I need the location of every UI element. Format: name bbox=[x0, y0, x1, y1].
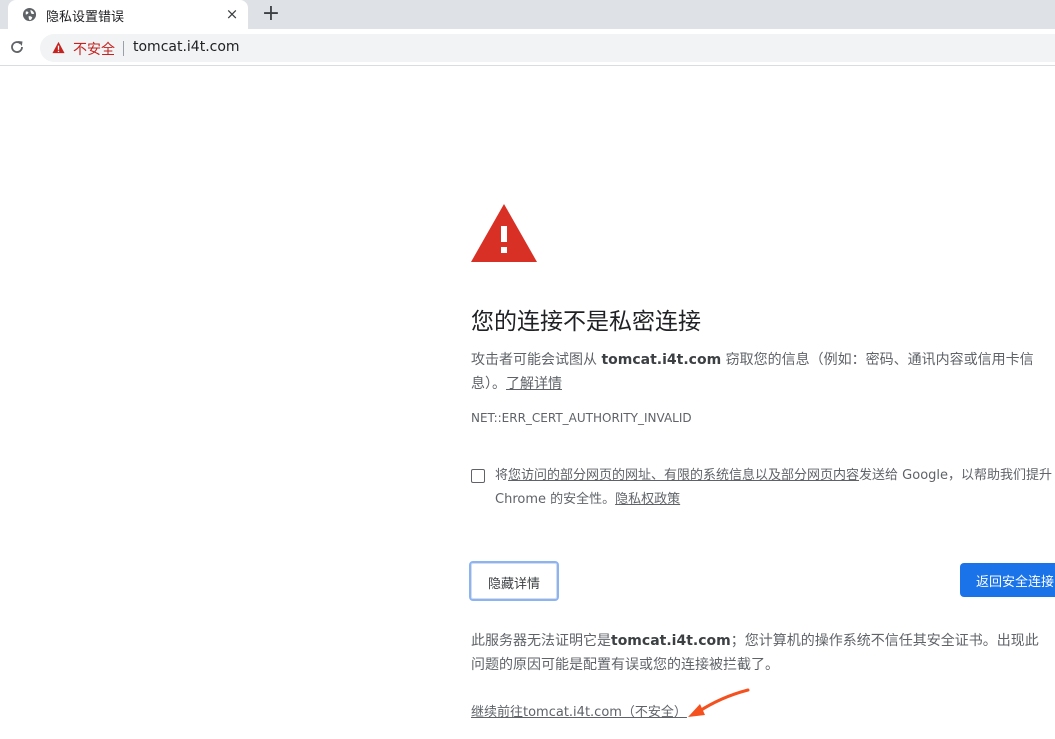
learn-more-link[interactable]: 了解详情 bbox=[506, 376, 562, 392]
tab-title: 隐私设置错误 bbox=[46, 10, 125, 25]
back-to-safety-button[interactable]: 返回安全连接 bbox=[960, 563, 1055, 597]
detail-text-post: ；您计算机的操作系统不信任其安全证书。出现此 bbox=[730, 633, 1039, 649]
detail-text-pre: 此服务器无法证明它是 bbox=[471, 633, 611, 649]
omnibox[interactable]: 不安全 tomcat.i4t.com bbox=[40, 34, 1055, 62]
back-to-safety-label: 返回安全连接 bbox=[976, 575, 1055, 590]
detail-host: tomcat.i4t.com bbox=[611, 633, 731, 649]
close-icon[interactable]: × bbox=[224, 6, 240, 22]
checkbox-label: 将您访问的部分网页的网址、有限的系统信息以及部分网页内容发送给 Google，以… bbox=[495, 464, 1052, 512]
reload-icon[interactable] bbox=[8, 38, 26, 56]
tab-strip: 隐私设置错误 × + bbox=[0, 0, 1055, 29]
details-explanation: 此服务器无法证明它是tomcat.i4t.com；您计算机的操作系统不信任其安全… bbox=[471, 629, 1039, 677]
not-secure-label[interactable]: 不安全 bbox=[73, 39, 115, 59]
omnibox-separator bbox=[123, 41, 124, 56]
warning-triangle-icon[interactable] bbox=[52, 41, 65, 54]
checkbox-text-line2: Chrome 的安全性。 bbox=[495, 492, 616, 507]
desc-text-line2: 息）。 bbox=[471, 376, 506, 392]
url-text[interactable]: tomcat.i4t.com bbox=[133, 39, 240, 55]
checkbox-text-pre: 将 bbox=[495, 468, 509, 483]
proceed-unsafe-link[interactable]: 继续前往tomcat.i4t.com（不安全） bbox=[471, 701, 687, 720]
arrow-annotation-icon bbox=[688, 688, 750, 717]
desc-text-post: 窃取您的信息（例如：密码、通讯内容或信用卡信 bbox=[721, 352, 1034, 368]
globe-icon bbox=[22, 7, 37, 22]
desc-text-pre: 攻击者可能会试图从 bbox=[471, 352, 602, 368]
hide-details-label: 隐藏详情 bbox=[487, 577, 540, 592]
tab-privacy-error[interactable]: 隐私设置错误 × bbox=[8, 0, 248, 29]
error-code: NET::ERR_CERT_AUTHORITY_INVALID bbox=[471, 411, 692, 425]
browser-toolbar: 不安全 tomcat.i4t.com bbox=[0, 29, 1055, 66]
page-title: 您的连接不是私密连接 bbox=[471, 309, 701, 335]
warning-description: 攻击者可能会试图从 tomcat.i4t.com 窃取您的信息（例如：密码、通讯… bbox=[471, 348, 1034, 396]
plus-icon[interactable]: + bbox=[260, 3, 282, 25]
privacy-policy-link[interactable]: 隐私权政策 bbox=[615, 492, 680, 507]
interstitial-page: 您的连接不是私密连接 攻击者可能会试图从 tomcat.i4t.com 窃取您的… bbox=[0, 67, 1055, 739]
hide-details-button[interactable]: 隐藏详情 bbox=[469, 561, 559, 601]
report-info-link[interactable]: 您访问的部分网页的网址、有限的系统信息以及部分网页内容 bbox=[508, 468, 859, 483]
detail-text-line2: 问题的原因可能是配置有误或您的连接被拦截了。 bbox=[471, 657, 779, 673]
checkbox-text-post: 发送给 Google，以帮助我们提升 bbox=[859, 468, 1053, 483]
large-warning-icon bbox=[471, 204, 537, 262]
desc-host: tomcat.i4t.com bbox=[601, 352, 722, 368]
send-report-checkbox[interactable] bbox=[471, 469, 485, 483]
